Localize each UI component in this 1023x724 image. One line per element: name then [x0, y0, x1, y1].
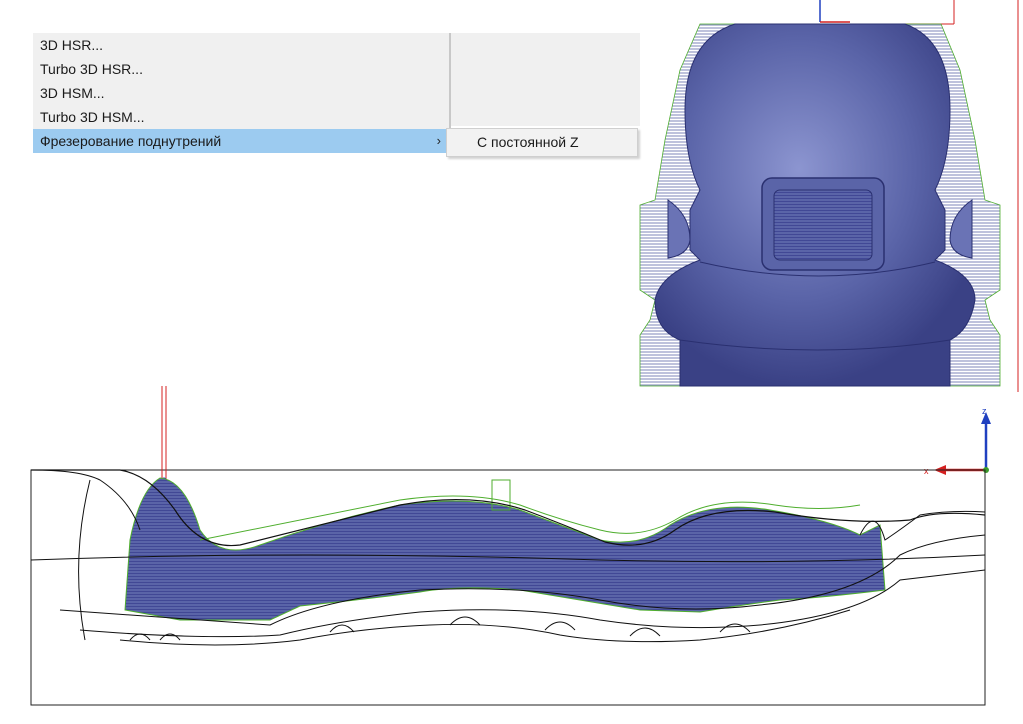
- x-axis-label: x: [924, 466, 929, 476]
- menu-item-label: 3D HSR...: [40, 37, 104, 53]
- menu-item-3d-hsm[interactable]: 3D HSM...: [33, 81, 449, 105]
- top-view-model: [639, 0, 1019, 392]
- context-menu: 3D HSR... Turbo 3D HSR... 3D HSM... Turb…: [33, 33, 451, 153]
- z-axis-label: z: [982, 406, 987, 416]
- menu-item-3d-hsr[interactable]: 3D HSR...: [33, 33, 449, 57]
- chevron-right-icon: ›: [436, 133, 441, 148]
- menu-item-label: Turbo 3D HSM...: [40, 109, 145, 125]
- side-view-model: [30, 386, 986, 706]
- menu-item-turbo-3d-hsr[interactable]: Turbo 3D HSR...: [33, 57, 449, 81]
- menu-item-label: 3D HSM...: [40, 85, 105, 101]
- menu-item-turbo-3d-hsm[interactable]: Turbo 3D HSM...: [33, 105, 449, 129]
- submenu-item-label: С постоянной Z: [477, 134, 579, 150]
- axis-triad: [934, 412, 991, 475]
- menu-side-panel: [451, 33, 640, 126]
- menu-item-undercut-milling[interactable]: Фрезерование поднутрений ›: [33, 129, 449, 153]
- submenu-item-constant-z[interactable]: С постоянной Z: [447, 129, 637, 155]
- submenu: С постоянной Z: [446, 128, 638, 157]
- menu-item-label: Фрезерование поднутрений: [40, 133, 222, 149]
- menu-item-label: Turbo 3D HSR...: [40, 61, 143, 77]
